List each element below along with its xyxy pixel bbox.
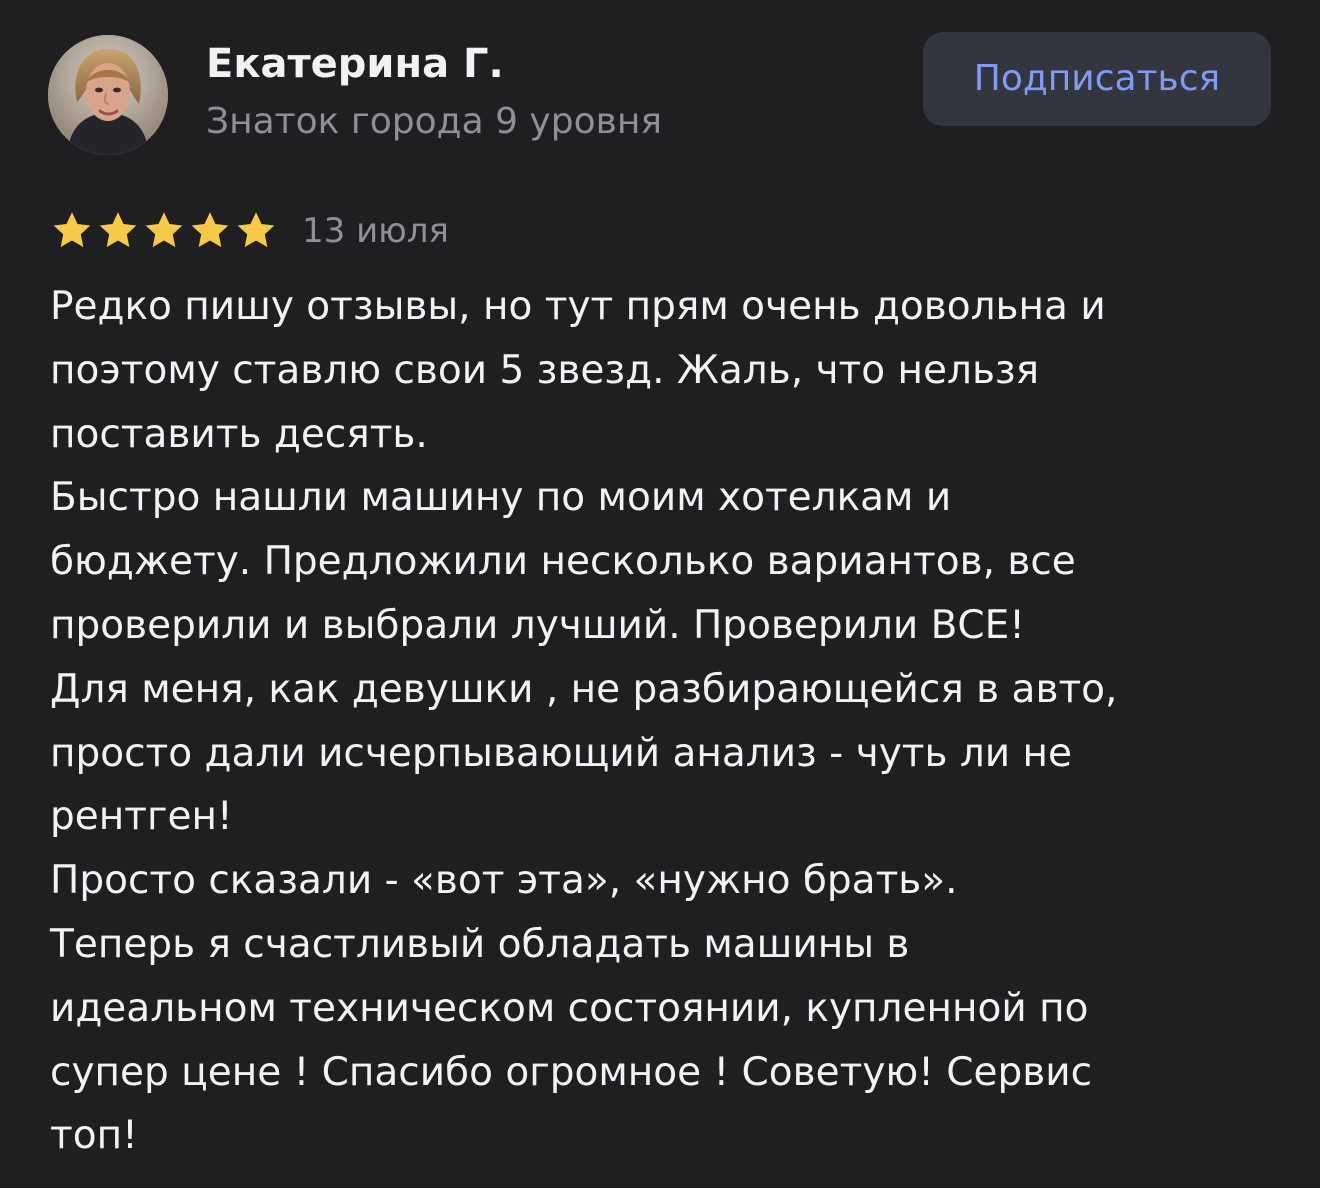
review-line: поставить десять. xyxy=(50,411,428,457)
review-line: Для меня, как девушки , не разбирающейся… xyxy=(50,666,1118,712)
star-icon xyxy=(191,212,229,248)
review-text: Редко пишу отзывы, но тут прям очень дов… xyxy=(50,275,1280,1168)
user-avatar-photo-icon xyxy=(48,35,168,155)
review-line: топ! xyxy=(50,1113,138,1159)
author-avatar[interactable] xyxy=(48,35,168,155)
review-line: Быстро нашли машину по моим хотелкам и xyxy=(50,475,952,521)
review-date: 13 июля xyxy=(302,211,449,251)
star-icon xyxy=(237,212,275,248)
star-icon xyxy=(145,212,183,248)
author-name[interactable]: Екатерина Г. xyxy=(206,38,504,90)
review-line: бюджету. Предложили несколько вариантов,… xyxy=(50,539,1076,585)
review-line: рентген! xyxy=(50,794,233,840)
rating-stars xyxy=(50,209,278,253)
author-level: Знаток города 9 уровня xyxy=(206,101,663,142)
review-line: Теперь я счастливый обладать машины в xyxy=(50,921,910,967)
rating-row: 13 июля xyxy=(50,205,449,257)
review-line: проверили и выбрали лучший. Проверили ВС… xyxy=(50,602,1025,648)
review-line: идеальном техническом состоянии, купленн… xyxy=(50,985,1089,1031)
review-line: Просто сказали - «вот эта», «нужно брать… xyxy=(50,858,958,904)
review-line: поэтому ставлю свои 5 звезд. Жаль, что н… xyxy=(50,347,1040,393)
subscribe-button[interactable]: Подписаться xyxy=(923,32,1271,126)
star-icon xyxy=(53,212,91,248)
review-line: супер цене ! Спасибо огромное ! Советую!… xyxy=(50,1049,1093,1095)
review-line: просто дали исчерпывающий анализ - чуть … xyxy=(50,730,1073,776)
review-line: Редко пишу отзывы, но тут прям очень дов… xyxy=(50,284,1106,329)
star-icon xyxy=(99,212,137,248)
